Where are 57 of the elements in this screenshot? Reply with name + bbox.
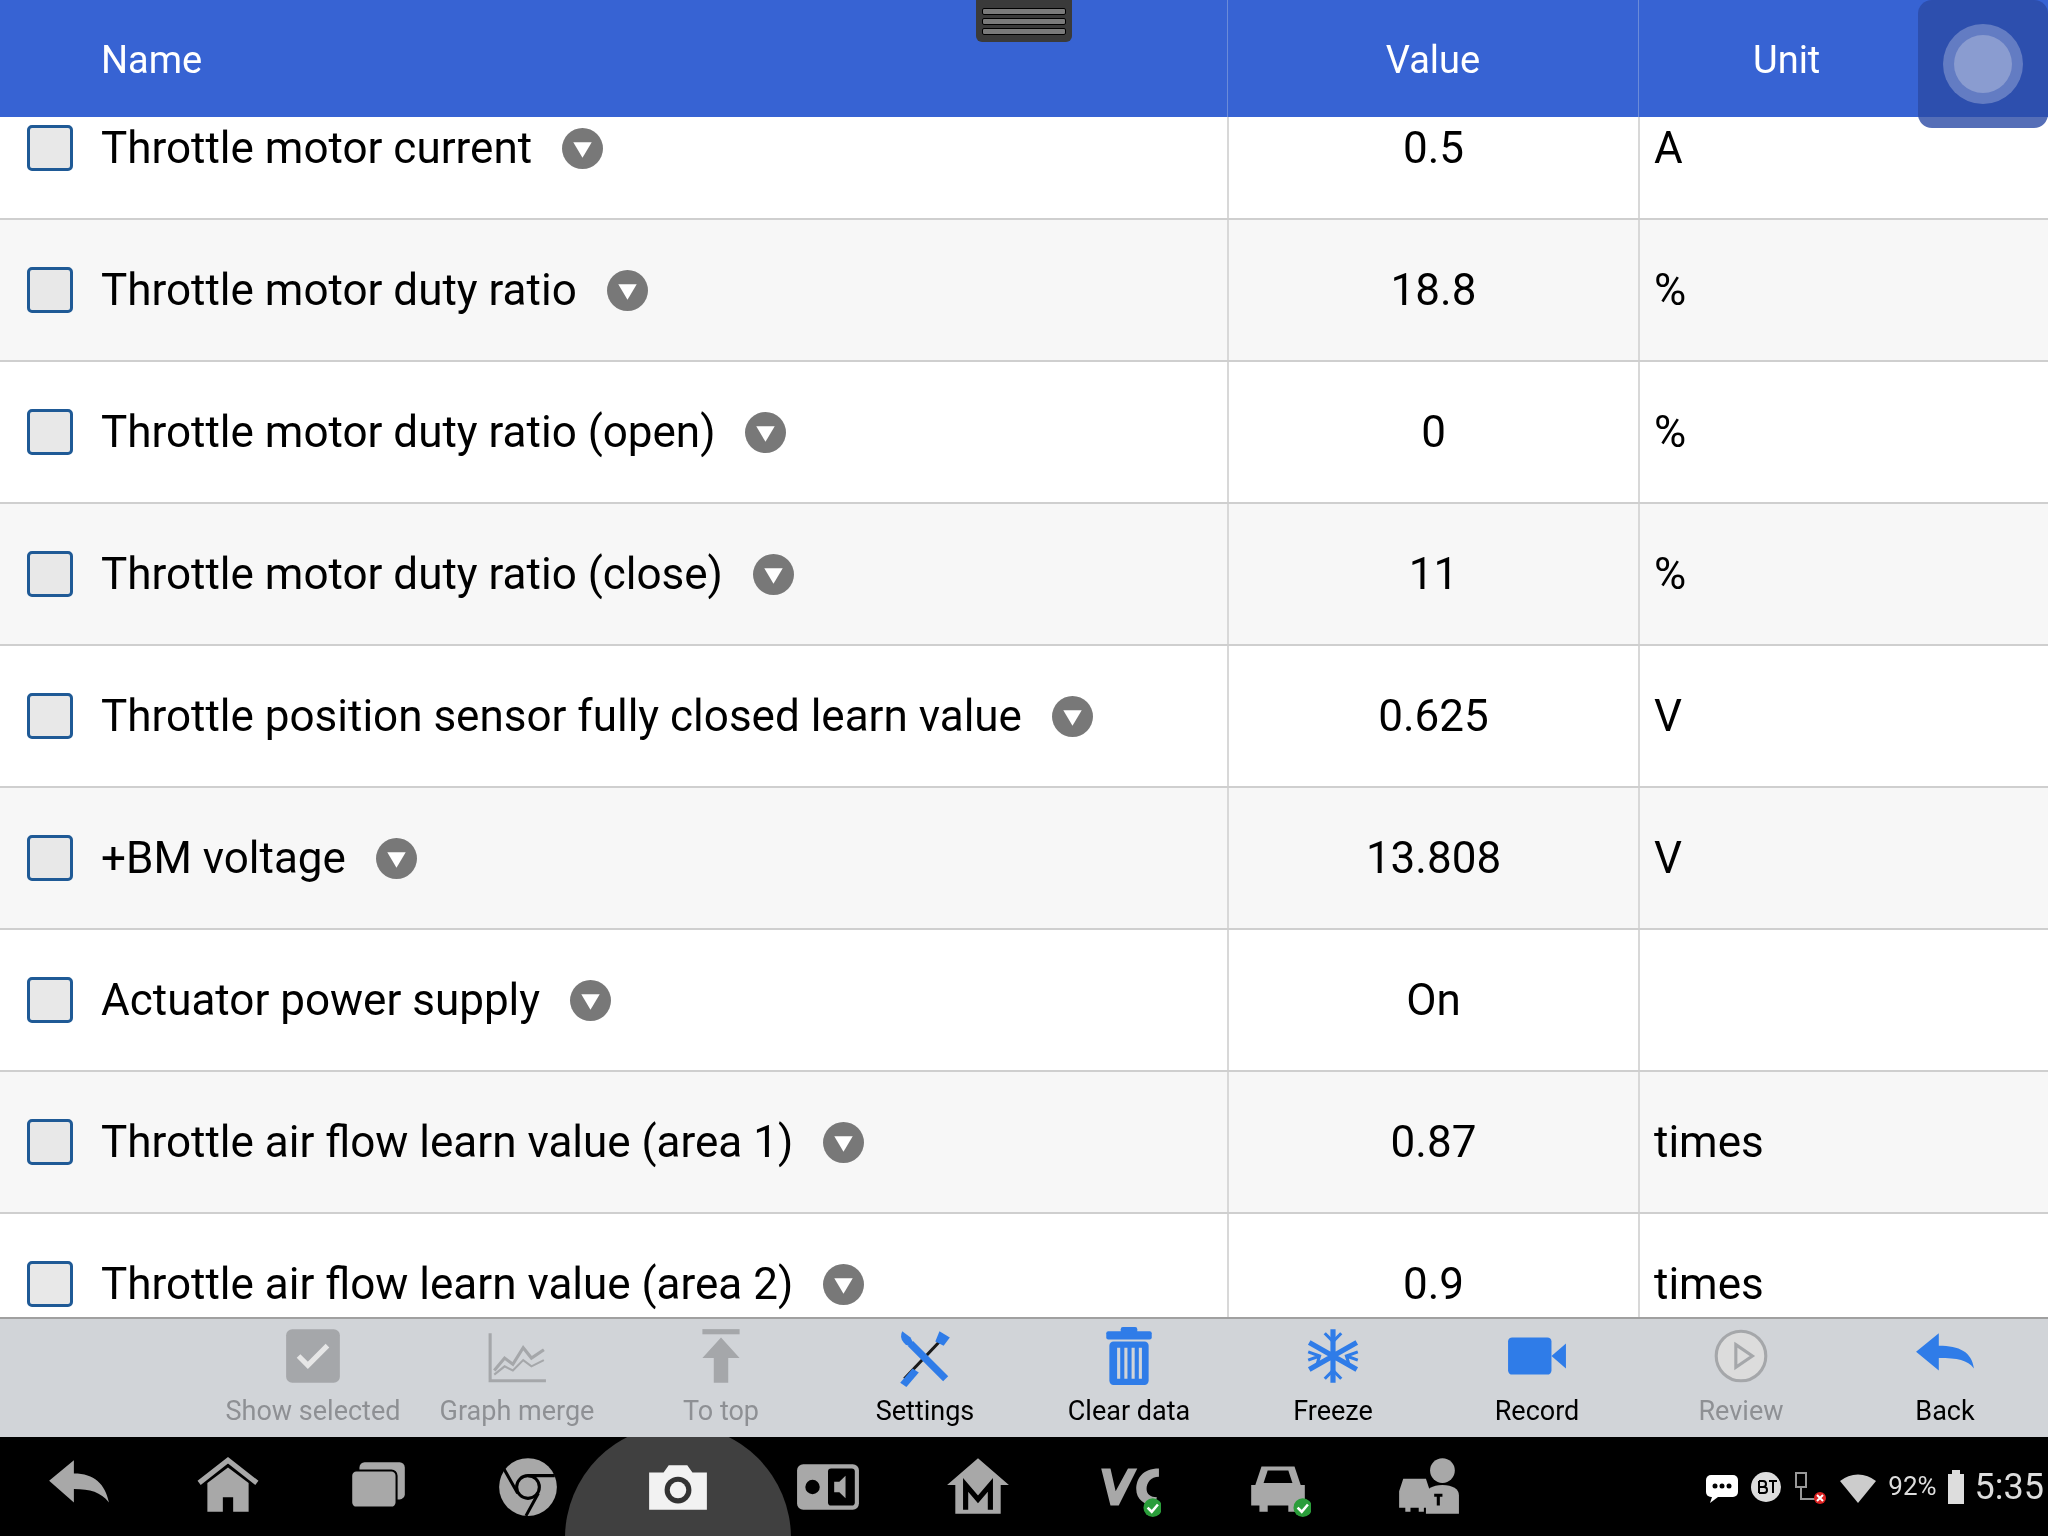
- dropdown-icon[interactable]: [1051, 695, 1093, 737]
- parameter-name: Throttle motor duty ratio (open): [101, 405, 716, 460]
- toolbar-button[interactable]: Record: [1435, 1319, 1639, 1437]
- parameter-name: +BM voltage: [101, 831, 346, 886]
- toolbar-button[interactable]: Freeze: [1231, 1319, 1435, 1437]
- value-text: 18.8: [1390, 263, 1477, 318]
- parameter-name: Actuator power supply: [101, 973, 541, 1028]
- dropdown-icon[interactable]: [823, 1121, 865, 1163]
- unit-text: %: [1654, 547, 1687, 602]
- value-text: 0.625: [1378, 689, 1489, 744]
- dropdown-icon[interactable]: [745, 411, 787, 453]
- dropdown-icon[interactable]: [606, 269, 648, 311]
- parameter-name: Throttle air flow learn value (area 2): [101, 1257, 794, 1312]
- checkbox[interactable]: [27, 1119, 73, 1165]
- toolbar-button[interactable]: Settings: [823, 1319, 1027, 1437]
- dropdown-icon[interactable]: [823, 1263, 865, 1305]
- unit-text: times: [1654, 1115, 1764, 1170]
- dropdown-icon[interactable]: [375, 837, 417, 879]
- unit-text: V: [1654, 831, 1682, 886]
- battery-icon: [1946, 1468, 1965, 1505]
- checkbox[interactable]: [27, 267, 73, 313]
- parameter-name: Throttle air flow learn value (area 1): [101, 1115, 794, 1170]
- parameter-name: Throttle motor duty ratio: [101, 263, 577, 318]
- dropdown-icon[interactable]: [562, 127, 604, 169]
- parameter-name: Throttle motor duty ratio (close): [101, 547, 723, 602]
- dropdown-icon[interactable]: [752, 553, 794, 595]
- checkbox[interactable]: [27, 977, 73, 1023]
- value-text: 0: [1421, 405, 1446, 460]
- drag-handle-icon[interactable]: [976, 0, 1072, 42]
- unit-text: A: [1654, 121, 1683, 176]
- parameter-name: Throttle position sensor fully closed learn value: [101, 689, 1022, 744]
- toolbar-button[interactable]: Clear data: [1027, 1319, 1231, 1437]
- value-text: 0.9: [1402, 1257, 1465, 1312]
- value-text: 13.808: [1365, 831, 1502, 886]
- column-header: Value: [1385, 37, 1481, 84]
- unit-text: V: [1654, 689, 1682, 744]
- value-text: 0.87: [1390, 1115, 1477, 1170]
- toolbar-button[interactable]: Back: [1843, 1319, 2047, 1437]
- checkbox[interactable]: [27, 409, 73, 455]
- value-text: On: [1406, 973, 1461, 1028]
- parameter-name: Throttle motor current: [101, 121, 533, 176]
- unit-text: %: [1654, 263, 1687, 318]
- checkbox[interactable]: [27, 693, 73, 739]
- checkbox[interactable]: [27, 1261, 73, 1307]
- floating-button[interactable]: [1918, 0, 2048, 128]
- value-text: 0.5: [1402, 121, 1465, 176]
- dropdown-icon[interactable]: [570, 979, 612, 1021]
- checkbox[interactable]: [27, 551, 73, 597]
- column-header: Unit: [1753, 37, 1821, 84]
- unit-text: %: [1654, 405, 1687, 460]
- checkbox[interactable]: [27, 835, 73, 881]
- value-text: 11: [1408, 547, 1459, 602]
- checkbox[interactable]: [27, 125, 73, 171]
- column-header: Name: [101, 37, 203, 84]
- clock-time: 5:35: [1974, 1464, 2044, 1510]
- battery-percent: 92%: [1888, 1470, 1937, 1503]
- unit-text: times: [1654, 1257, 1764, 1312]
